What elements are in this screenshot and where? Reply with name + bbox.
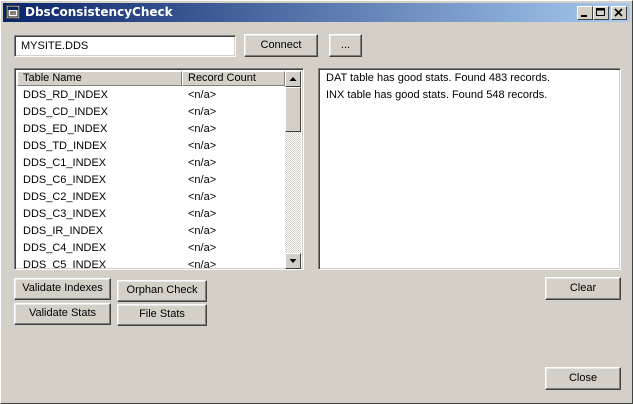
table-name-cell: DDS_C5_INDEX xyxy=(23,259,107,270)
close-label: Close xyxy=(568,372,598,384)
table-name-cell: DDS_C3_INDEX xyxy=(23,208,107,220)
record-count-cell: <n/a> xyxy=(188,123,217,135)
clear-label: Clear xyxy=(569,282,597,294)
close-icon xyxy=(614,8,623,17)
table-list[interactable]: Table Name Record Count DDS_RD_INDEX <n/a… xyxy=(14,68,304,270)
connect-label: Connect xyxy=(260,39,302,51)
table-row[interactable]: DDS_C2_INDEX <n/a> xyxy=(17,189,285,206)
arrow-up-icon xyxy=(289,77,297,81)
close-button[interactable]: Close xyxy=(545,367,621,390)
log-line: INX table has good stats. Found 548 reco… xyxy=(326,89,548,101)
scroll-down-button[interactable] xyxy=(285,253,301,269)
title-bar[interactable]: DbsConsistencyCheck xyxy=(3,3,630,22)
column-header-table-name[interactable]: Table Name xyxy=(17,71,182,86)
record-count-cell: <n/a> xyxy=(188,140,217,152)
app-icon[interactable] xyxy=(6,5,20,19)
browse-button[interactable]: ... xyxy=(329,34,362,57)
table-list-scrollbar[interactable] xyxy=(285,71,301,269)
record-count-cell: <n/a> xyxy=(188,259,217,270)
database-path-value: MYSITE.DDS xyxy=(21,40,89,52)
arrow-down-icon xyxy=(289,259,297,263)
minimize-icon xyxy=(581,15,587,17)
close-window-button[interactable] xyxy=(611,6,627,20)
table-name-cell: DDS_C2_INDEX xyxy=(23,191,107,203)
orphan-check-label: Orphan Check xyxy=(126,284,198,296)
browse-label: ... xyxy=(340,39,351,51)
app-window: DbsConsistencyCheck MYSITE.DDS Connect .… xyxy=(0,0,633,404)
table-list-header: Table Name Record Count xyxy=(17,71,285,86)
table-name-cell: DDS_IR_INDEX xyxy=(23,225,104,237)
record-count-cell: <n/a> xyxy=(188,157,217,169)
file-stats-button[interactable]: File Stats xyxy=(117,304,207,326)
table-row[interactable]: DDS_C4_INDEX <n/a> xyxy=(17,240,285,257)
record-count-cell: <n/a> xyxy=(188,106,217,118)
validate-stats-button[interactable]: Validate Stats xyxy=(14,303,111,325)
table-row[interactable]: DDS_C1_INDEX <n/a> xyxy=(17,155,285,172)
clear-button[interactable]: Clear xyxy=(545,277,621,300)
log-line: DAT table has good stats. Found 483 reco… xyxy=(326,72,551,84)
table-name-cell: DDS_ED_INDEX xyxy=(23,123,108,135)
minimize-button[interactable] xyxy=(577,6,593,20)
table-row[interactable]: DDS_IR_INDEX <n/a> xyxy=(17,223,285,240)
record-count-cell: <n/a> xyxy=(188,174,217,186)
scroll-thumb[interactable] xyxy=(285,87,301,132)
validate-stats-label: Validate Stats xyxy=(28,307,97,319)
table-row[interactable]: DDS_RD_INDEX <n/a> xyxy=(17,87,285,104)
table-row[interactable]: DDS_C6_INDEX <n/a> xyxy=(17,172,285,189)
record-count-cell: <n/a> xyxy=(188,225,217,237)
column-header-record-count[interactable]: Record Count xyxy=(182,71,285,86)
window-title: DbsConsistencyCheck xyxy=(25,5,173,19)
database-path-input[interactable]: MYSITE.DDS xyxy=(14,35,236,57)
table-name-cell: DDS_CD_INDEX xyxy=(23,106,108,118)
validate-indexes-button[interactable]: Validate Indexes xyxy=(14,278,111,300)
file-stats-label: File Stats xyxy=(139,308,185,320)
scroll-up-button[interactable] xyxy=(285,71,301,87)
table-name-cell: DDS_C6_INDEX xyxy=(23,174,107,186)
table-row[interactable]: DDS_ED_INDEX <n/a> xyxy=(17,121,285,138)
table-name-cell: DDS_C4_INDEX xyxy=(23,242,107,254)
record-count-cell: <n/a> xyxy=(188,89,217,101)
table-name-cell: DDS_C1_INDEX xyxy=(23,157,107,169)
record-count-cell: <n/a> xyxy=(188,242,217,254)
table-row[interactable]: DDS_CD_INDEX <n/a> xyxy=(17,104,285,121)
maximize-icon xyxy=(596,8,605,16)
record-count-cell: <n/a> xyxy=(188,191,217,203)
table-row[interactable]: DDS_C5_INDEX <n/a> xyxy=(17,257,285,270)
maximize-button[interactable] xyxy=(593,6,609,20)
table-row[interactable]: DDS_C3_INDEX <n/a> xyxy=(17,206,285,223)
output-log[interactable]: DAT table has good stats. Found 483 reco… xyxy=(318,68,621,270)
table-row[interactable]: DDS_TD_INDEX <n/a> xyxy=(17,138,285,155)
record-count-cell: <n/a> xyxy=(188,208,217,220)
orphan-check-button[interactable]: Orphan Check xyxy=(117,280,207,302)
validate-indexes-label: Validate Indexes xyxy=(22,282,103,294)
table-name-cell: DDS_TD_INDEX xyxy=(23,140,107,152)
connect-button[interactable]: Connect xyxy=(244,34,318,57)
table-name-cell: DDS_RD_INDEX xyxy=(23,89,108,101)
